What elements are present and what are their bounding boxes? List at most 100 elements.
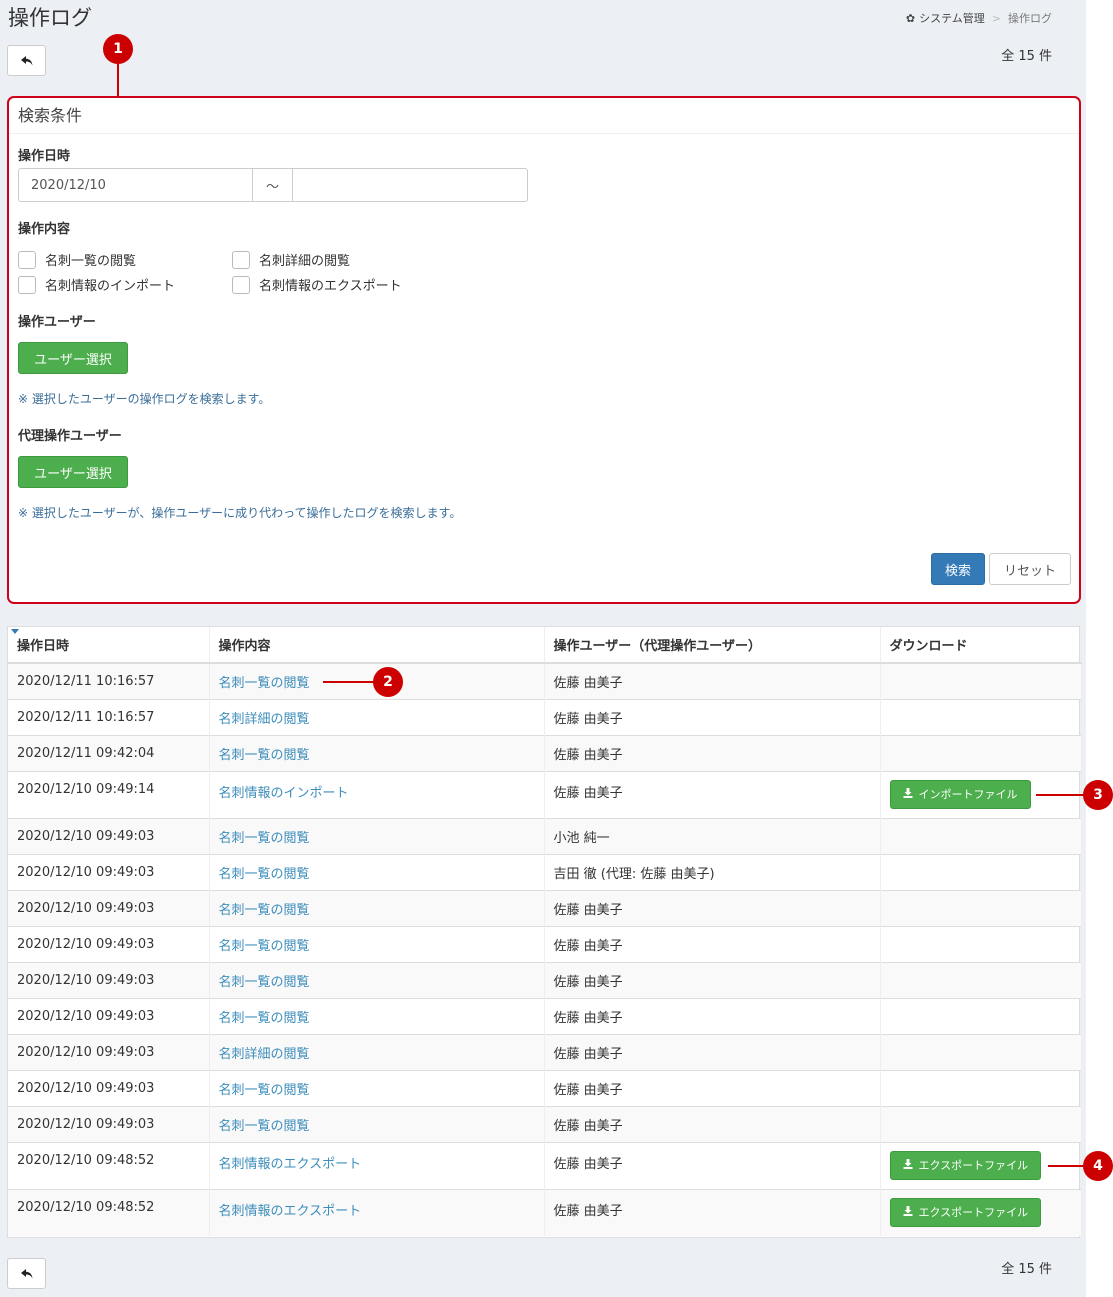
table-row: 2020/12/11 10:16:57 名刺一覧の閲覧 佐藤 由美子 bbox=[8, 662, 1082, 699]
table-row: 2020/12/10 09:49:03 名刺詳細の閲覧 佐藤 由美子 bbox=[8, 1033, 1082, 1070]
cell-download bbox=[880, 734, 1082, 771]
table-row: 2020/12/10 09:48:52 名刺情報のエクスポート 佐藤 由美子 エクスポ… bbox=[8, 1141, 1082, 1189]
proxy-user-note: ※ 選択したユーザーが、操作ユーザーに成り代わって操作したログを検索します。 bbox=[18, 506, 462, 520]
cell-download bbox=[880, 1105, 1082, 1142]
action-link[interactable]: 名刺一覧の閲覧 bbox=[219, 975, 310, 990]
cell-date: 2020/12/10 09:49:03 bbox=[8, 1105, 210, 1142]
sort-desc-icon bbox=[11, 629, 19, 634]
checkbox[interactable] bbox=[18, 275, 36, 294]
checkbox-label: 名刺情報のエクスポート bbox=[259, 279, 402, 294]
checkbox-export[interactable]: 名刺情報のエクスポート bbox=[232, 275, 402, 294]
checkbox-import[interactable]: 名刺情報のインポート bbox=[18, 275, 175, 294]
cell-user: 佐藤 由美子 bbox=[544, 734, 881, 771]
checkbox[interactable] bbox=[18, 250, 36, 269]
action-link[interactable]: 名刺一覧の閲覧 bbox=[219, 867, 310, 882]
back-arrow-icon bbox=[20, 1268, 32, 1278]
cell-action: 名刺情報のエクスポート bbox=[209, 1141, 545, 1189]
action-link[interactable]: 名刺一覧の閲覧 bbox=[219, 939, 310, 954]
back-button-top[interactable] bbox=[7, 45, 46, 76]
cell-date: 2020/12/10 09:49:14 bbox=[8, 770, 210, 818]
checkbox-label: 名刺一覧の閲覧 bbox=[45, 254, 137, 269]
action-link[interactable]: 名刺一覧の閲覧 bbox=[219, 1119, 310, 1134]
marker-3-line bbox=[1036, 794, 1086, 796]
action-link[interactable]: 名刺一覧の閲覧 bbox=[219, 676, 310, 691]
cell-user: 佐藤 由美子 bbox=[544, 1141, 881, 1189]
cell-download bbox=[880, 889, 1082, 926]
action-link[interactable]: 名刺一覧の閲覧 bbox=[219, 1011, 310, 1026]
cell-user: 小池 純一 bbox=[544, 817, 881, 854]
checkbox-detail-view[interactable]: 名刺詳細の閲覧 bbox=[232, 250, 350, 269]
checkbox[interactable] bbox=[232, 275, 250, 294]
marker-2: 2 bbox=[373, 667, 403, 697]
date-to-input[interactable] bbox=[293, 168, 528, 202]
breadcrumb: ✿ システム管理 > 操作ログ bbox=[906, 10, 1052, 26]
cell-download bbox=[880, 1069, 1082, 1106]
user-note: ※ 選択したユーザーの操作ログを検索します。 bbox=[18, 392, 271, 406]
download-label: インポートファイル bbox=[918, 788, 1018, 801]
cell-date: 2020/12/10 09:49:03 bbox=[8, 925, 210, 962]
action-link[interactable]: 名刺詳細の閲覧 bbox=[219, 712, 310, 727]
table-header-row: 操作日時 操作内容 操作ユーザー（代理操作ユーザー） ダウンロード bbox=[8, 627, 1082, 664]
cell-user: 吉田 徹 (代理: 佐藤 由美子) bbox=[544, 853, 881, 890]
checkbox-list-view[interactable]: 名刺一覧の閲覧 bbox=[18, 250, 136, 269]
cell-date: 2020/12/10 09:49:03 bbox=[8, 1069, 210, 1106]
cell-download bbox=[880, 1033, 1082, 1070]
cell-user: 佐藤 由美子 bbox=[544, 698, 881, 735]
page-title: 操作ログ bbox=[8, 6, 92, 30]
action-link[interactable]: 名刺一覧の閲覧 bbox=[219, 831, 310, 846]
download-icon bbox=[903, 1205, 913, 1219]
reset-button[interactable]: リセット bbox=[989, 553, 1071, 585]
cell-date: 2020/12/10 09:48:52 bbox=[8, 1188, 210, 1236]
action-link[interactable]: 名刺情報のエクスポート bbox=[219, 1157, 362, 1172]
table-row: 2020/12/10 09:48:52 名刺情報のエクスポート 佐藤 由美子 エクスポ… bbox=[8, 1188, 1082, 1236]
cell-download bbox=[880, 997, 1082, 1034]
cell-action: 名刺一覧の閲覧 bbox=[209, 925, 545, 962]
marker-4-line bbox=[1048, 1165, 1086, 1167]
content-label: 操作内容 bbox=[18, 222, 71, 237]
cell-date: 2020/12/10 09:49:03 bbox=[8, 1033, 210, 1070]
download-button[interactable]: エクスポートファイル bbox=[889, 1197, 1042, 1227]
back-button-bottom[interactable] bbox=[7, 1258, 46, 1289]
search-panel: 検索条件 操作日時 2020/12/10 〜 操作内容 名刺一覧の閲覧 名刺詳細… bbox=[7, 96, 1081, 604]
breadcrumb-current: 操作ログ bbox=[1008, 12, 1052, 25]
action-link[interactable]: 名刺詳細の閲覧 bbox=[219, 1047, 310, 1062]
breadcrumb-parent[interactable]: システム管理 bbox=[919, 10, 985, 26]
cell-user: 佐藤 由美子 bbox=[544, 662, 881, 699]
download-button[interactable]: インポートファイル bbox=[889, 779, 1031, 809]
checkbox[interactable] bbox=[232, 250, 250, 269]
action-link[interactable]: 名刺一覧の閲覧 bbox=[219, 748, 310, 763]
log-table: 操作日時 操作内容 操作ユーザー（代理操作ユーザー） ダウンロード 2020/1… bbox=[8, 627, 1082, 1236]
table-row: 2020/12/10 09:49:03 名刺一覧の閲覧 佐藤 由美子 bbox=[8, 889, 1082, 926]
marker-2-line bbox=[323, 681, 375, 683]
user-select-button[interactable]: ユーザー選択 bbox=[18, 342, 128, 374]
proxy-user-select-button[interactable]: ユーザー選択 bbox=[18, 456, 128, 488]
search-button[interactable]: 検索 bbox=[931, 553, 985, 585]
cell-user: 佐藤 由美子 bbox=[544, 889, 881, 926]
cell-action: 名刺一覧の閲覧 bbox=[209, 853, 545, 890]
search-panel-title: 検索条件 bbox=[9, 98, 1079, 134]
cell-date: 2020/12/10 09:49:03 bbox=[8, 817, 210, 854]
cell-action: 名刺一覧の閲覧 bbox=[209, 997, 545, 1034]
date-from-input[interactable]: 2020/12/10 bbox=[18, 168, 253, 202]
action-link[interactable]: 名刺情報のエクスポート bbox=[219, 1204, 362, 1219]
column-header-date[interactable]: 操作日時 bbox=[8, 627, 210, 664]
download-button[interactable]: エクスポートファイル bbox=[889, 1150, 1042, 1180]
cell-action: 名刺情報のインポート bbox=[209, 770, 545, 818]
marker-3: 3 bbox=[1083, 780, 1113, 810]
cell-date: 2020/12/10 09:49:03 bbox=[8, 889, 210, 926]
action-link[interactable]: 名刺情報のインポート bbox=[219, 786, 349, 801]
column-header-action: 操作内容 bbox=[209, 627, 545, 664]
table-row: 2020/12/10 09:49:03 名刺一覧の閲覧 佐藤 由美子 bbox=[8, 997, 1082, 1034]
cell-action: 名刺一覧の閲覧 bbox=[209, 1105, 545, 1142]
log-table-panel: 操作日時 操作内容 操作ユーザー（代理操作ユーザー） ダウンロード 2020/1… bbox=[7, 626, 1082, 1238]
cell-date: 2020/12/10 09:49:03 bbox=[8, 853, 210, 890]
marker-1-line bbox=[117, 62, 119, 96]
cell-date: 2020/12/11 10:16:57 bbox=[8, 698, 210, 735]
action-link[interactable]: 名刺一覧の閲覧 bbox=[219, 903, 310, 918]
action-link[interactable]: 名刺一覧の閲覧 bbox=[219, 1083, 310, 1098]
cell-action: 名刺情報のエクスポート bbox=[209, 1188, 545, 1236]
table-row: 2020/12/10 09:49:03 名刺一覧の閲覧 佐藤 由美子 bbox=[8, 961, 1082, 998]
date-range-separator: 〜 bbox=[253, 168, 293, 202]
cell-date: 2020/12/11 09:42:04 bbox=[8, 734, 210, 771]
cell-user: 佐藤 由美子 bbox=[544, 997, 881, 1034]
